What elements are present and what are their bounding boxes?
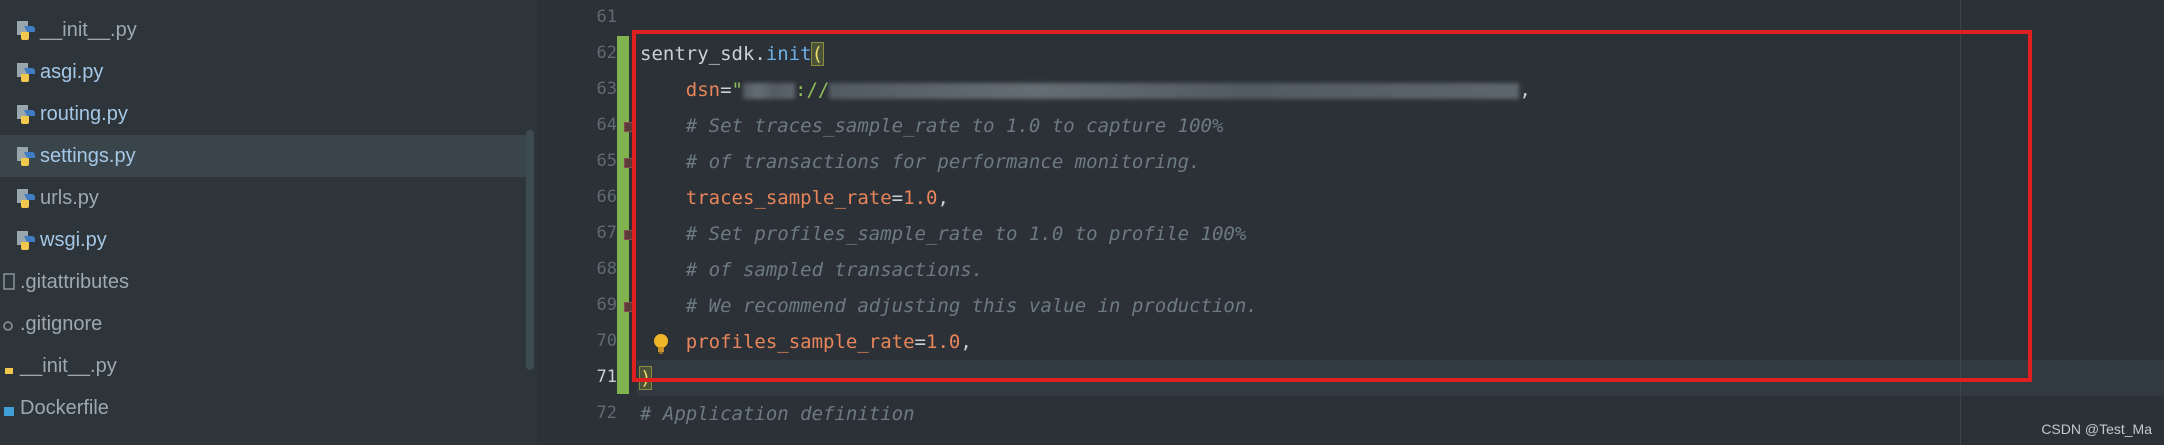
tree-item-label: routing.py [40, 102, 128, 125]
token-comma: , [937, 187, 949, 209]
project-tree: __init__.py asgi.py routing.py settings.… [0, 0, 537, 445]
tree-item-label: settings.py [40, 144, 136, 167]
tree-item-dockerfile[interactable]: Dockerfile [0, 387, 527, 429]
code-line-67[interactable]: # Set profiles_sample_rate to 1.0 to pro… [640, 216, 1247, 252]
line-number-current: 71 [596, 367, 617, 387]
tree-item-urls-py[interactable]: urls.py [0, 177, 527, 219]
code-line-62[interactable]: sentry_sdk.init( [640, 36, 825, 72]
tree-item-label: __init__.py [20, 354, 117, 377]
token-string-scheme: :// [795, 79, 830, 101]
ide-window: __init__.py asgi.py routing.py settings.… [0, 0, 2164, 445]
tree-item-wsgi-py[interactable]: wsgi.py [0, 219, 527, 261]
token-identifier: sentry_sdk [640, 43, 755, 65]
line-number: 61 [596, 7, 617, 27]
python-file-icon [16, 62, 36, 82]
tree-item-asgi-py[interactable]: asgi.py [0, 51, 527, 93]
code-line-66[interactable]: traces_sample_rate=1.0, [640, 180, 949, 216]
tree-item-label: .gitattributes [20, 270, 129, 293]
fold-marker-icon[interactable] [624, 158, 634, 168]
line-number: 64 [596, 115, 617, 135]
token-comma: , [960, 331, 972, 353]
token-param: dsn [685, 79, 721, 101]
docker-file-icon [2, 399, 18, 417]
tree-item-label: wsgi.py [40, 228, 107, 251]
token-comment: # Application definition [640, 403, 915, 425]
line-number: 68 [596, 259, 617, 279]
code-line-68[interactable]: # of sampled transactions. [640, 252, 983, 288]
current-line-highlight [637, 360, 2164, 396]
code-line-63[interactable]: dsn=" ://, [640, 72, 1531, 108]
token-paren-close: ) [638, 366, 653, 390]
tree-item-label: .gitignore [20, 312, 103, 335]
tree-item-init-py[interactable]: __init__.py [0, 9, 527, 51]
token-comment: # of transactions for performance monito… [685, 151, 1201, 173]
token-comment: # Set traces_sample_rate to 1.0 to captu… [685, 115, 1224, 137]
token-equals: = [720, 79, 732, 101]
redacted-text [743, 82, 795, 99]
line-number: 63 [596, 79, 617, 99]
line-number: 72 [596, 403, 617, 423]
fold-marker-icon[interactable] [624, 122, 634, 132]
token-param: profiles_sample_rate [685, 331, 915, 353]
token-param: traces_sample_rate [685, 187, 892, 209]
line-number: 69 [596, 295, 617, 315]
token-comma: , [1519, 79, 1531, 101]
tree-item-settings-py[interactable]: settings.py [0, 135, 527, 177]
token-comment: # We recommend adjusting this value in p… [685, 295, 1258, 317]
tree-item-label: __init__.py [40, 18, 137, 41]
tree-item-label: Dockerfile [20, 396, 109, 419]
token-number: 1.0 [903, 187, 938, 209]
line-number: 62 [596, 43, 617, 63]
tree-item-init-py-root[interactable]: __init__.py [0, 345, 527, 387]
right-margin-guide [1960, 0, 1961, 445]
token-function: init [765, 43, 812, 65]
fold-marker-icon[interactable] [624, 230, 634, 240]
token-equals: = [914, 331, 926, 353]
token-paren-open: ( [810, 42, 825, 66]
vcs-change-marker[interactable] [617, 36, 629, 394]
code-line-71[interactable]: ) [638, 360, 653, 396]
text-file-icon [2, 315, 18, 333]
lightbulb-icon[interactable] [652, 333, 670, 355]
tree-item-gitignore[interactable]: .gitignore [0, 303, 527, 345]
token-comment: # of sampled transactions. [685, 259, 984, 281]
token-number: 1.0 [926, 331, 961, 353]
code-line-70[interactable]: profiles_sample_rate=1.0, [640, 324, 972, 360]
token-comment: # Set profiles_sample_rate to 1.0 to pro… [685, 223, 1247, 245]
python-file-icon [16, 188, 36, 208]
code-line-65[interactable]: # of transactions for performance monito… [640, 144, 1201, 180]
code-line-64[interactable]: # Set traces_sample_rate to 1.0 to captu… [640, 108, 1224, 144]
python-file-icon [16, 20, 36, 40]
tree-item-label: urls.py [40, 186, 99, 209]
line-number: 65 [596, 151, 617, 171]
text-file-icon [2, 273, 18, 291]
watermark: CSDN @Test_Ma [2041, 421, 2152, 437]
line-number: 70 [596, 331, 617, 351]
code-line-72[interactable]: # Application definition [640, 396, 915, 432]
python-file-icon [16, 146, 36, 166]
tree-item-routing-py[interactable]: routing.py [0, 93, 527, 135]
redacted-text [829, 82, 1520, 99]
code-line-69[interactable]: # We recommend adjusting this value in p… [640, 288, 1258, 324]
token-string-quote: " [731, 79, 743, 101]
python-file-icon [16, 104, 36, 124]
token-equals: = [891, 187, 904, 209]
line-number: 67 [596, 223, 617, 243]
token-dot: . [754, 43, 766, 65]
sidebar-scrollbar[interactable] [526, 130, 534, 370]
python-file-icon [2, 357, 18, 375]
line-number: 66 [596, 187, 617, 207]
tree-item-gitattributes[interactable]: .gitattributes [0, 261, 527, 303]
tree-item-label: asgi.py [40, 60, 104, 83]
python-file-icon [16, 230, 36, 250]
fold-marker-icon[interactable] [624, 302, 634, 312]
